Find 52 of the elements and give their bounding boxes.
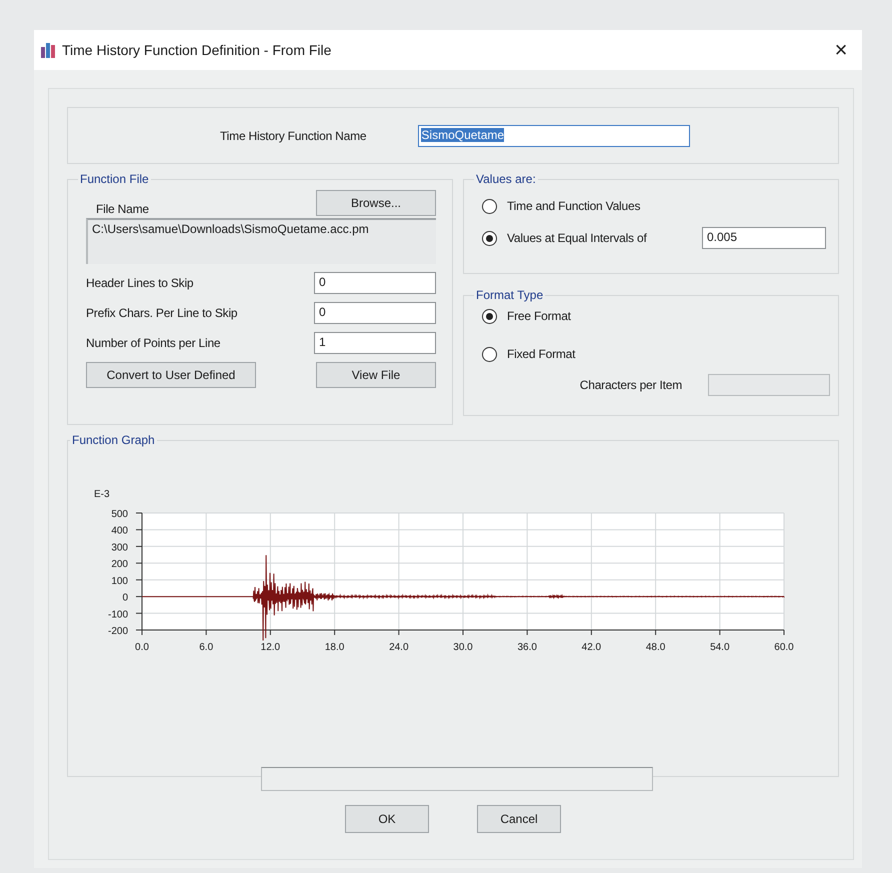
x-tick-label: 18.0 (324, 642, 344, 653)
characters-label: Characters per Item (580, 378, 682, 392)
radio-label: Values at Equal Intervals of (507, 231, 647, 245)
window-title: Time History Function Definition - From File (62, 42, 332, 58)
radio-button[interactable] (482, 198, 497, 214)
radio-label: Free Format (507, 309, 571, 323)
y-tick-label: 500 (111, 509, 128, 520)
x-tick-label: 30.0 (453, 642, 473, 653)
x-tick-label: 48.0 (646, 642, 666, 653)
browse-button[interactable]: Browse... (316, 190, 436, 216)
radio-button[interactable] (482, 308, 497, 324)
y-tick-label: 100 (111, 576, 128, 587)
y-tick-label: 300 (111, 542, 128, 554)
radio-label: Time and Function Values (507, 199, 640, 213)
x-tick-label: 36.0 (517, 642, 537, 653)
y-tick-label: 0 (122, 592, 128, 604)
radio-button[interactable] (482, 230, 497, 246)
x-tick-label: 24.0 (389, 642, 409, 653)
group-title: Function Graph (71, 433, 156, 447)
number-field[interactable]: 0 (314, 272, 436, 294)
ok-button[interactable]: OK (345, 805, 429, 833)
field-label: Header Lines to Skip (86, 276, 194, 290)
field-label: Number of Points per Line (86, 336, 220, 350)
x-tick-label: 42.0 (582, 642, 602, 653)
unit-label: E-3 (94, 489, 110, 500)
y-tick-label: 200 (111, 559, 128, 570)
file-path-field: C:\Users\samue\Downloads\SismoQuetame.acc.pm (86, 218, 436, 264)
y-tick-label: -100 (108, 609, 128, 620)
x-tick-label: 54.0 (710, 642, 730, 653)
function-name-label: Time History Function Name (220, 128, 366, 142)
y-tick-label: -200 (108, 626, 128, 637)
close-button[interactable]: × (826, 37, 856, 63)
file-name-label: File Name (96, 202, 149, 216)
group-title: Function File (79, 172, 150, 186)
group-title: Values are: (475, 172, 537, 186)
group-title: Format Type (475, 288, 544, 302)
convert-button[interactable]: Convert to User Defined (86, 362, 256, 388)
view-file-button[interactable]: View File (316, 362, 436, 388)
app-icon (40, 42, 58, 58)
x-tick-label: 0.0 (135, 642, 149, 653)
interval-field[interactable]: 0.005 (702, 227, 826, 249)
number-field[interactable]: 0 (314, 302, 436, 324)
field-label: Prefix Chars. Per Line to Skip (86, 306, 238, 320)
y-tick-label: 400 (111, 526, 128, 537)
function-name-field[interactable]: SismoQuetame (418, 124, 690, 146)
x-tick-label: 60.0 (774, 642, 794, 653)
x-tick-label: 6.0 (199, 642, 214, 653)
cancel-button[interactable]: Cancel (477, 805, 561, 833)
radio-label: Fixed Format (507, 347, 576, 361)
x-tick-label: 12.0 (260, 642, 280, 653)
radio-button[interactable] (482, 346, 497, 362)
number-field[interactable]: 1 (314, 332, 436, 354)
